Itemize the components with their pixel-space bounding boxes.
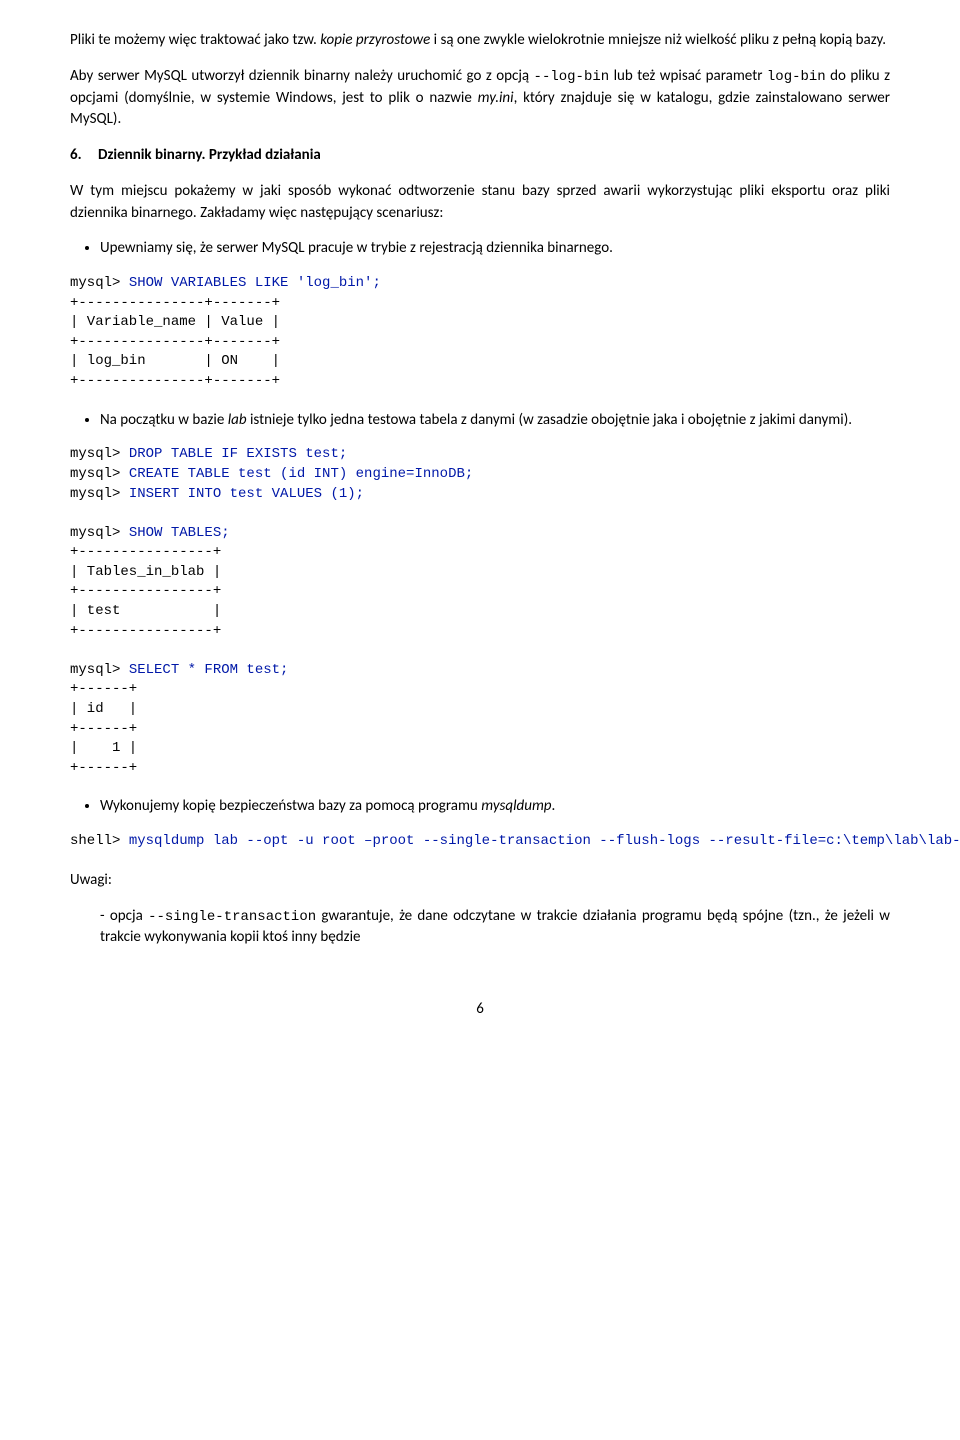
prompt-mysql: mysql>: [70, 662, 129, 678]
list-item: Na początku w bazie lab istnieje tylko j…: [100, 410, 890, 432]
code-line: | Tables_in_blab |: [70, 564, 221, 580]
code-line: +---------------+-------+: [70, 295, 280, 311]
text: istnieje tylko jedna testowa tabela z da…: [247, 411, 852, 429]
text: Pliki te możemy więc traktować jako tzw.: [70, 31, 320, 49]
prompt-mysql: mysql>: [70, 486, 129, 502]
text: Wykonujemy kopię bezpieczeństwa bazy za …: [100, 797, 481, 815]
code-block-2: mysql> DROP TABLE IF EXISTS test; mysql>…: [70, 445, 890, 778]
prompt-mysql: mysql>: [70, 446, 129, 462]
italic-phrase: lab: [228, 411, 247, 429]
italic-phrase: my.ini: [478, 89, 514, 107]
text: .: [552, 797, 556, 815]
bullet-list: Upewniamy się, że serwer MySQL pracuje w…: [100, 238, 890, 260]
heading-number: 6.: [70, 145, 98, 167]
sql-statement: DROP TABLE IF EXISTS test;: [129, 446, 347, 462]
list-item: opcja --single-transaction gwarantuje, ż…: [100, 906, 890, 950]
dash-list: opcja --single-transaction gwarantuje, ż…: [100, 906, 890, 950]
text: Aby serwer MySQL utworzył dziennik binar…: [70, 67, 534, 85]
sql-statement: SHOW VARIABLES LIKE 'log_bin';: [129, 275, 381, 291]
text: lub też wpisać parametr: [609, 67, 767, 85]
code-line: +----------------+: [70, 583, 221, 599]
prompt-mysql: mysql>: [70, 466, 129, 482]
list-item: Upewniamy się, że serwer MySQL pracuje w…: [100, 238, 890, 260]
italic-phrase: kopie przyrostowe: [320, 31, 430, 49]
code-line: | 1 |: [70, 740, 137, 756]
code-block-1: mysql> SHOW VARIABLES LIKE 'log_bin'; +-…: [70, 274, 890, 392]
code-line: +------+: [70, 760, 137, 776]
code-block-3: shell> mysqldump lab --opt -u root –proo…: [70, 832, 890, 852]
code-inline: --single-transaction: [148, 909, 316, 925]
notes-label: Uwagi:: [70, 870, 890, 892]
code-line: +----------------+: [70, 623, 221, 639]
code-inline: log-bin: [767, 69, 826, 85]
code-line: +------+: [70, 681, 137, 697]
sql-statement: SELECT * FROM test;: [129, 662, 289, 678]
code-line: | id |: [70, 701, 137, 717]
code-line: +---------------+-------+: [70, 334, 280, 350]
prompt-mysql: mysql>: [70, 275, 129, 291]
paragraph-1: Pliki te możemy więc traktować jako tzw.…: [70, 30, 890, 52]
section-heading: 6.Dziennik binarny. Przykład działania: [70, 145, 890, 167]
text: Na początku w bazie: [100, 411, 228, 429]
paragraph-3: W tym miejscu pokażemy w jaki sposób wyk…: [70, 181, 890, 225]
prompt-shell: shell>: [70, 833, 129, 849]
prompt-mysql: mysql>: [70, 525, 129, 541]
sql-statement: INSERT INTO test VALUES (1);: [129, 486, 364, 502]
paragraph-2: Aby serwer MySQL utworzył dziennik binar…: [70, 66, 890, 131]
code-line: | test |: [70, 603, 221, 619]
code-line: +----------------+: [70, 544, 221, 560]
sql-statement: SHOW TABLES;: [129, 525, 230, 541]
code-inline: --log-bin: [534, 69, 610, 85]
code-line: +---------------+-------+: [70, 373, 280, 389]
heading-title: Dziennik binarny. Przykład działania: [98, 146, 321, 164]
page-number: 6: [70, 999, 890, 1021]
sql-statement: CREATE TABLE test (id INT) engine=InnoDB…: [129, 466, 473, 482]
code-line: | Variable_name | Value |: [70, 314, 280, 330]
list-item: Wykonujemy kopię bezpieczeństwa bazy za …: [100, 796, 890, 818]
code-line: +------+: [70, 721, 137, 737]
bullet-list: Wykonujemy kopię bezpieczeństwa bazy za …: [100, 796, 890, 818]
italic-phrase: mysqldump: [481, 797, 551, 815]
text: i są one zwykle wielokrotnie mniejsze ni…: [430, 31, 886, 49]
shell-command: mysqldump lab --opt -u root –proot --sin…: [129, 833, 960, 849]
text: opcja: [110, 907, 148, 925]
bullet-list: Na początku w bazie lab istnieje tylko j…: [100, 410, 890, 432]
code-line: | log_bin | ON |: [70, 353, 280, 369]
